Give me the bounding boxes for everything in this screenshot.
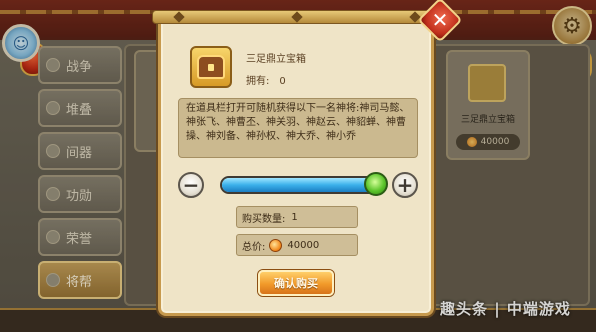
total-value: 40000: [287, 239, 320, 251]
total-price-field: 总价: 40000: [236, 234, 358, 256]
close-icon: ✕: [431, 8, 449, 32]
confirm-purchase-button[interactable]: 确认购买: [258, 270, 334, 296]
quantity-slider-fill: [222, 178, 380, 192]
item-owned: 拥有: 0: [246, 72, 286, 87]
item-icon: [190, 46, 232, 88]
increase-quantity-button[interactable]: +: [392, 172, 418, 198]
treasure-chest-icon: [197, 55, 225, 79]
item-name: 三足鼎立宝箱: [246, 54, 306, 65]
minus-icon: −: [182, 173, 200, 197]
item-description: 在道具栏打开可随机获得以下一名神将:神司马懿、神张飞、神曹丕、神关羽、神赵云、神…: [178, 98, 418, 158]
dialog-header-ribbon: [152, 10, 442, 24]
decrease-quantity-button[interactable]: −: [178, 172, 204, 198]
owned-label: 拥有:: [246, 76, 270, 87]
quantity-label: 购买数量:: [242, 213, 286, 225]
total-label: 总价:: [242, 241, 266, 253]
plus-icon: +: [396, 173, 414, 197]
quantity-value: 1: [291, 211, 298, 223]
owned-value: 0: [279, 76, 286, 87]
quantity-slider-track[interactable]: [220, 176, 382, 194]
ribbon-stud-icon: [291, 11, 303, 23]
quantity-field: 购买数量: 1: [236, 206, 358, 228]
coin-icon: [269, 238, 283, 252]
ribbon-stud-icon: [173, 11, 185, 23]
quantity-slider-handle[interactable]: [364, 172, 388, 196]
